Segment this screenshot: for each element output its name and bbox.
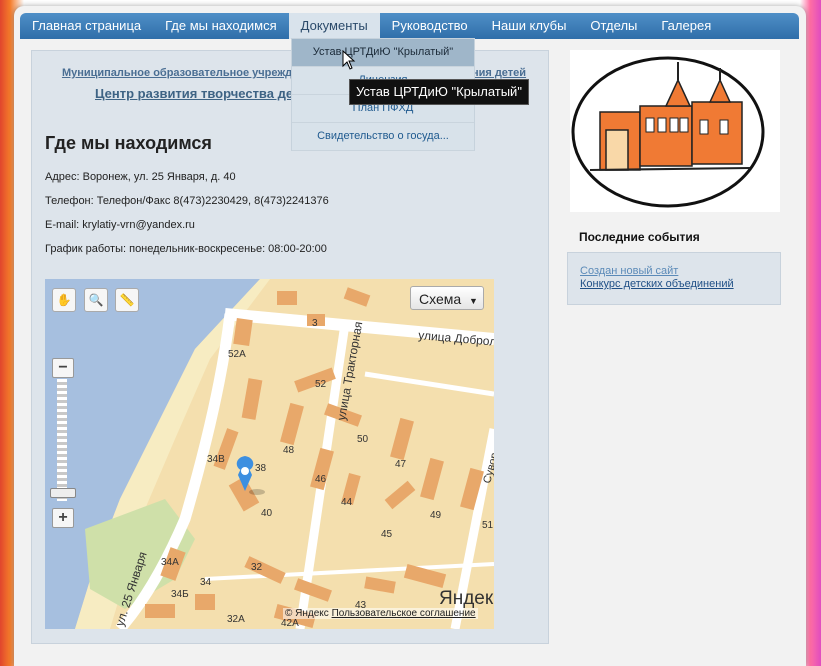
house-number: 46	[315, 474, 327, 485]
yandex-logo: Яндекс	[439, 588, 494, 609]
house-number: 50	[357, 434, 369, 445]
house-number: 40	[261, 508, 273, 519]
nav-item-documents[interactable]: Документы	[288, 13, 380, 39]
dropdown-item-charter[interactable]: Устав ЦРТДиЮ "Крылатый"	[292, 39, 474, 67]
house-number: 44	[341, 497, 353, 508]
tooltip: Устав ЦРТДиЮ "Крылатый"	[349, 79, 529, 105]
event-link-contest[interactable]: Конкурс детских объединений	[580, 278, 734, 290]
email-text: E-mail: krylatiy-vrn@yandex.ru	[45, 219, 195, 231]
zoom-slider-thumb[interactable]	[50, 488, 76, 498]
hand-tool-icon[interactable]: ✋	[52, 288, 76, 312]
nav-item-gallery[interactable]: Галерея	[649, 13, 723, 39]
dropdown-item-certificate[interactable]: Свидетельство о госуда...	[292, 123, 474, 151]
address-text: Адрес: Воронеж, ул. 25 Января, д. 40	[45, 171, 236, 183]
site-logo	[570, 50, 780, 212]
page-title: Где мы находимся	[45, 133, 212, 153]
ruler-tool-icon[interactable]: 📏	[115, 288, 139, 312]
events-title: Последние события	[579, 230, 700, 244]
house-number: 38	[255, 463, 267, 474]
house-number: 49	[430, 510, 442, 521]
house-number: 34А	[161, 557, 179, 568]
nav-item-location[interactable]: Где мы находимся	[153, 13, 289, 39]
event-link-new-site[interactable]: Создан новый сайт	[580, 265, 678, 277]
yandex-map[interactable]: улица Доброль улица Тракторная ул. 25 Ян…	[45, 279, 494, 629]
house-number: 47	[395, 459, 407, 470]
house-number: 51	[482, 520, 494, 531]
phone-text: Телефон: Телефон/Факс 8(473)2230429, 8(4…	[45, 195, 329, 207]
house-number: 52	[315, 379, 327, 390]
zoom-out-button[interactable]: −	[52, 358, 74, 378]
house-number: 52А	[228, 349, 246, 360]
castle-logo-icon	[571, 56, 765, 208]
map-copyright: © Яндекс	[285, 608, 329, 619]
house-number: 34	[200, 577, 212, 588]
zoom-in-button[interactable]: +	[52, 508, 74, 528]
schedule-text: График работы: понедельник-воскресенье: …	[45, 243, 327, 255]
map-canvas: улица Доброль улица Тракторная ул. 25 Ян…	[45, 279, 494, 629]
house-number: 34В	[207, 454, 225, 465]
house-number: 3	[312, 318, 318, 329]
house-number: 32	[251, 562, 263, 573]
map-footer: © Яндекс Пользовательское соглашение	[283, 608, 478, 619]
house-number: 32А	[227, 614, 245, 625]
map-type-select[interactable]: Схема ▼	[410, 286, 484, 310]
nav-item-home[interactable]: Главная страница	[20, 13, 153, 39]
road-minor-1	[364, 371, 494, 397]
house-number: 48	[283, 445, 295, 456]
top-nav: Главная страница Где мы находимся Докуме…	[20, 13, 799, 39]
nav-item-management[interactable]: Руководство	[380, 13, 480, 39]
nav-item-departments[interactable]: Отделы	[578, 13, 649, 39]
house-number: 34Б	[171, 589, 189, 600]
house-number: 42А	[281, 618, 299, 629]
map-type-label: Схема	[419, 291, 462, 307]
house-number: 45	[381, 529, 393, 540]
street-label-dobrolyubova: улица Доброль	[418, 328, 494, 349]
mouse-cursor-icon	[342, 50, 356, 70]
user-agreement-link[interactable]: Пользовательское соглашение	[332, 608, 476, 619]
zoom-slider-track[interactable]	[57, 379, 67, 501]
chevron-down-icon: ▼	[469, 296, 478, 306]
nav-item-clubs[interactable]: Наши клубы	[480, 13, 579, 39]
events-list: Создан новый сайт Конкурс детских объеди…	[567, 252, 781, 305]
zoom-tool-icon[interactable]: 🔍	[84, 288, 108, 312]
